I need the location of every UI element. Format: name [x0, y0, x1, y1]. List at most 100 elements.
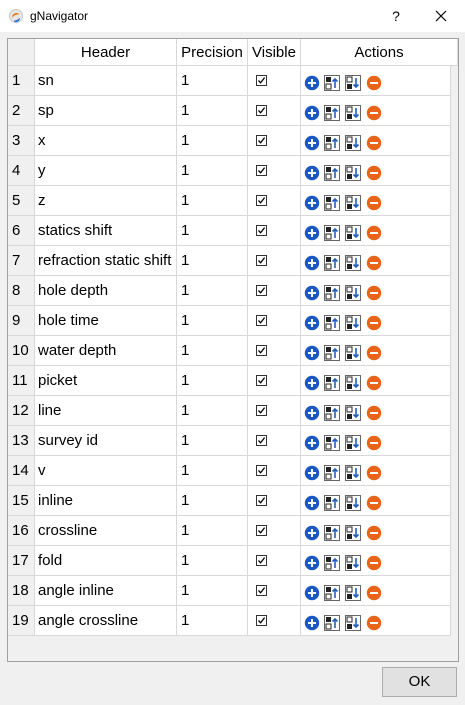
row-number[interactable]: 7 — [8, 246, 35, 276]
add-row-button[interactable] — [304, 552, 320, 571]
table-row[interactable]: 4y1 — [8, 156, 451, 186]
table-row[interactable]: 11 picket 1 — [8, 366, 451, 396]
move-down-button[interactable] — [345, 342, 361, 361]
row-number[interactable]: 2 — [8, 96, 35, 126]
header-cell[interactable]: sp — [35, 96, 177, 126]
header-cell[interactable]: water depth — [35, 336, 177, 366]
add-row-button[interactable] — [304, 402, 320, 421]
row-number[interactable]: 4 — [8, 156, 35, 186]
visible-checkbox[interactable] — [256, 495, 267, 506]
move-down-button[interactable] — [345, 252, 361, 271]
move-up-button[interactable] — [324, 582, 340, 601]
remove-row-button[interactable] — [366, 582, 382, 601]
header-cell[interactable]: survey id — [35, 426, 177, 456]
move-up-button[interactable] — [324, 192, 340, 211]
visible-checkbox[interactable] — [256, 585, 267, 596]
ok-button[interactable]: OK — [382, 667, 457, 697]
remove-row-button[interactable] — [366, 492, 382, 511]
add-row-button[interactable] — [304, 612, 320, 631]
move-down-button[interactable] — [345, 312, 361, 331]
move-down-button[interactable] — [345, 132, 361, 151]
visible-checkbox[interactable] — [256, 195, 267, 206]
precision-cell[interactable]: 1 — [177, 216, 248, 246]
visible-checkbox[interactable] — [256, 345, 267, 356]
move-up-button[interactable] — [324, 492, 340, 511]
help-button[interactable]: ? — [382, 4, 410, 28]
table-row[interactable]: 13 survey id 1 — [8, 426, 451, 456]
move-down-button[interactable] — [345, 102, 361, 121]
header-cell[interactable]: angle inline — [35, 576, 177, 606]
move-up-button[interactable] — [324, 132, 340, 151]
add-row-button[interactable] — [304, 432, 320, 451]
move-up-button[interactable] — [324, 522, 340, 541]
move-down-button[interactable] — [345, 492, 361, 511]
header-cell[interactable]: sn — [35, 66, 177, 96]
header-cell[interactable]: crossline — [35, 516, 177, 546]
table-row[interactable]: 18 angle inline 1 — [8, 576, 451, 606]
row-number[interactable]: 11 — [8, 366, 35, 396]
visible-checkbox[interactable] — [256, 555, 267, 566]
visible-checkbox[interactable] — [256, 75, 267, 86]
add-row-button[interactable] — [304, 462, 320, 481]
precision-cell[interactable]: 1 — [177, 456, 248, 486]
visible-checkbox[interactable] — [256, 225, 267, 236]
table-row[interactable]: 6 statics shift 1 — [8, 216, 451, 246]
move-down-button[interactable] — [345, 552, 361, 571]
visible-checkbox[interactable] — [256, 435, 267, 446]
remove-row-button[interactable] — [366, 282, 382, 301]
precision-cell[interactable]: 1 — [177, 396, 248, 426]
row-number[interactable]: 6 — [8, 216, 35, 246]
remove-row-button[interactable] — [366, 192, 382, 211]
remove-row-button[interactable] — [366, 432, 382, 451]
add-row-button[interactable] — [304, 102, 320, 121]
precision-cell[interactable]: 1 — [177, 576, 248, 606]
row-number[interactable]: 8 — [8, 276, 35, 306]
add-row-button[interactable] — [304, 372, 320, 391]
header-cell[interactable]: inline — [35, 486, 177, 516]
add-row-button[interactable] — [304, 312, 320, 331]
move-up-button[interactable] — [324, 612, 340, 631]
column-header-visible[interactable]: Visible — [248, 39, 301, 66]
header-cell[interactable]: y — [35, 156, 177, 186]
remove-row-button[interactable] — [366, 522, 382, 541]
visible-checkbox[interactable] — [256, 105, 267, 116]
move-up-button[interactable] — [324, 372, 340, 391]
row-number[interactable]: 16 — [8, 516, 35, 546]
visible-checkbox[interactable] — [256, 615, 267, 626]
header-cell[interactable]: z — [35, 186, 177, 216]
remove-row-button[interactable] — [366, 462, 382, 481]
visible-checkbox[interactable] — [256, 375, 267, 386]
header-cell[interactable]: fold — [35, 546, 177, 576]
move-down-button[interactable] — [345, 522, 361, 541]
visible-checkbox[interactable] — [256, 255, 267, 266]
header-cell[interactable]: statics shift — [35, 216, 177, 246]
table-row[interactable]: 12 line 1 — [8, 396, 451, 426]
header-cell[interactable]: line — [35, 396, 177, 426]
row-number[interactable]: 10 — [8, 336, 35, 366]
add-row-button[interactable] — [304, 282, 320, 301]
add-row-button[interactable] — [304, 132, 320, 151]
add-row-button[interactable] — [304, 522, 320, 541]
move-down-button[interactable] — [345, 192, 361, 211]
add-row-button[interactable] — [304, 252, 320, 271]
precision-cell[interactable]: 1 — [177, 336, 248, 366]
table-row[interactable]: 10 water depth 1 — [8, 336, 451, 366]
precision-cell[interactable]: 1 — [177, 366, 248, 396]
move-down-button[interactable] — [345, 162, 361, 181]
visible-checkbox[interactable] — [256, 165, 267, 176]
precision-cell[interactable]: 1 — [177, 126, 248, 156]
remove-row-button[interactable] — [366, 402, 382, 421]
move-up-button[interactable] — [324, 552, 340, 571]
table-row[interactable]: 8 hole depth 1 — [8, 276, 451, 306]
column-header-actions[interactable]: Actions — [301, 39, 458, 66]
table-row[interactable]: 15 inline 1 — [8, 486, 451, 516]
move-up-button[interactable] — [324, 402, 340, 421]
header-cell[interactable]: refraction static shift — [35, 246, 177, 276]
row-number[interactable]: 14 — [8, 456, 35, 486]
move-up-button[interactable] — [324, 222, 340, 241]
move-up-button[interactable] — [324, 462, 340, 481]
move-up-button[interactable] — [324, 282, 340, 301]
move-down-button[interactable] — [345, 612, 361, 631]
remove-row-button[interactable] — [366, 102, 382, 121]
add-row-button[interactable] — [304, 492, 320, 511]
